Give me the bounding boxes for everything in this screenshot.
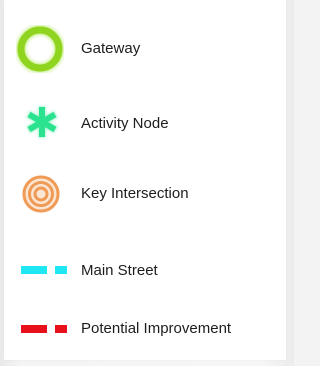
potential-improvement-dashed-line-icon xyxy=(21,325,76,335)
key-intersection-target-icon xyxy=(22,175,60,213)
legend-label-activity-node: Activity Node xyxy=(81,115,169,132)
legend-label-main-street: Main Street xyxy=(81,262,158,279)
main-street-dash-long xyxy=(21,266,47,274)
legend-label-key-intersection: Key Intersection xyxy=(81,185,189,202)
map-legend-frame: Gateway Activity Node Key Intersection M… xyxy=(0,0,294,366)
main-street-dash-short xyxy=(55,266,67,274)
improvement-dash-long xyxy=(21,325,47,333)
activity-node-asterisk-icon xyxy=(26,106,58,138)
legend-label-gateway: Gateway xyxy=(81,40,141,57)
main-street-dashed-line-icon xyxy=(21,266,76,276)
legend-label-potential-improvement: Potential Improvement xyxy=(81,320,232,337)
improvement-dash-short xyxy=(55,325,67,333)
map-legend-panel: Gateway Activity Node Key Intersection M… xyxy=(4,0,286,360)
gateway-ring-icon xyxy=(16,25,64,73)
